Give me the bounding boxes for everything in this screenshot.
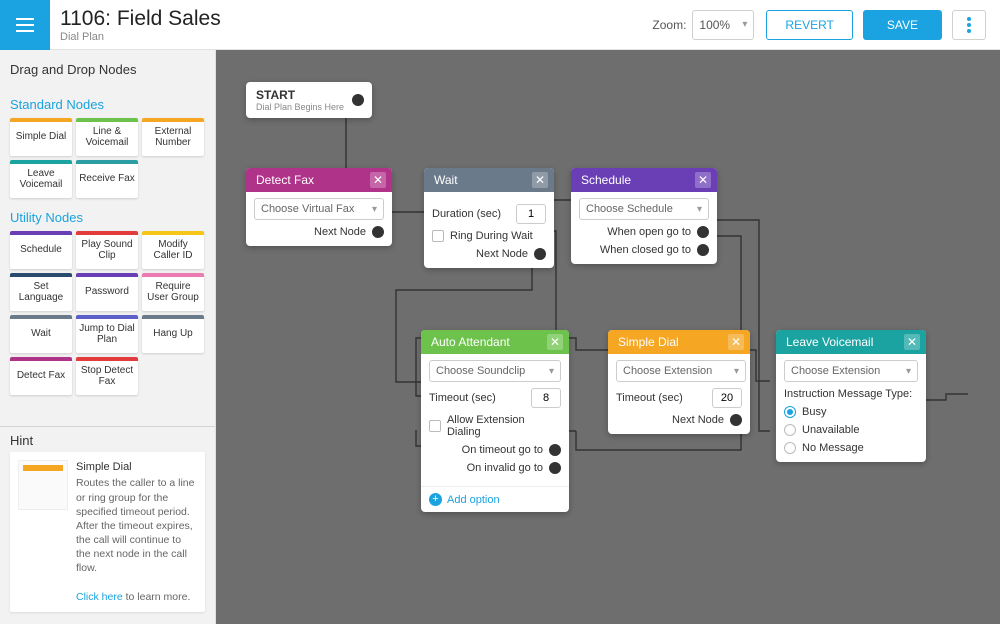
simple-dial-title: Simple Dial	[618, 335, 679, 349]
simple-dial-node[interactable]: Simple Dial ✕ Choose Extension▾ Timeout …	[608, 330, 750, 434]
page-subtitle: Dial Plan	[60, 31, 652, 43]
page-title: 1106: Field Sales	[60, 7, 652, 31]
hint-thumbnail	[18, 460, 68, 510]
palette-node[interactable]: Require User Group	[142, 273, 204, 311]
more-menu-button[interactable]	[952, 10, 986, 40]
auto-attendant-soundclip-select[interactable]: Choose Soundclip▾	[429, 360, 561, 382]
auto-attendant-node[interactable]: Auto Attendant ✕ Choose Soundclip▾ Timeo…	[421, 330, 569, 512]
instruction-label: Instruction Message Type:	[784, 388, 918, 400]
start-title: START	[256, 88, 344, 102]
close-icon[interactable]: ✕	[728, 334, 744, 350]
palette-node[interactable]: Modify Caller ID	[142, 231, 204, 269]
chevron-down-icon: ▾	[742, 19, 747, 30]
palette-node[interactable]: Stop Detect Fax	[76, 357, 138, 395]
hint-link[interactable]: Click here	[76, 591, 123, 603]
hint-card: Simple Dial Routes the caller to a line …	[10, 452, 205, 612]
close-icon[interactable]: ✕	[904, 334, 920, 350]
schedule-node[interactable]: Schedule ✕ Choose Schedule▾ When open go…	[571, 168, 717, 264]
sidebar: Drag and Drop Nodes Standard Nodes Simpl…	[0, 50, 216, 624]
close-icon[interactable]: ✕	[532, 172, 548, 188]
wait-next-port[interactable]	[534, 248, 546, 260]
leave-vm-ext-select[interactable]: Choose Extension▾	[784, 360, 918, 382]
detect-fax-next-port[interactable]	[372, 226, 384, 238]
hint-tail: to learn more.	[123, 591, 191, 603]
palette-utility: SchedulePlay Sound ClipModify Caller ID S…	[10, 231, 205, 395]
plus-icon: +	[429, 493, 442, 506]
palette-node[interactable]: Detect Fax	[10, 357, 72, 395]
simple-dial-timeout-input[interactable]	[712, 388, 742, 408]
palette-node[interactable]: External Number	[142, 118, 204, 156]
close-icon[interactable]: ✕	[695, 172, 711, 188]
chevron-down-icon: ▾	[549, 366, 554, 377]
palette-node[interactable]: Set Language	[10, 273, 72, 311]
leave-voicemail-node[interactable]: Leave Voicemail ✕ Choose Extension▾ Inst…	[776, 330, 926, 462]
palette-node[interactable]: Receive Fax	[76, 160, 138, 198]
hint-text: Simple Dial Routes the caller to a line …	[76, 460, 197, 604]
kebab-icon	[967, 17, 971, 33]
palette-standard: Simple DialLine & VoicemailExternal Numb…	[10, 118, 205, 198]
palette-node[interactable]: Password	[76, 273, 138, 311]
radio-busy[interactable]	[784, 406, 796, 418]
hint-title: Simple Dial	[76, 460, 197, 475]
simple-dial-next-port[interactable]	[730, 414, 742, 426]
chevron-down-icon: ▾	[697, 204, 702, 215]
aa-timeout-port[interactable]	[549, 444, 561, 456]
radio-unavailable[interactable]	[784, 424, 796, 436]
palette-node[interactable]: Line & Voicemail	[76, 118, 138, 156]
schedule-select[interactable]: Choose Schedule▾	[579, 198, 709, 220]
ring-during-wait-checkbox[interactable]	[432, 230, 444, 242]
sidebar-heading: Drag and Drop Nodes	[10, 62, 205, 77]
chevron-down-icon: ▾	[372, 204, 377, 215]
palette-node[interactable]: Jump to Dial Plan	[76, 315, 138, 353]
detect-fax-node[interactable]: Detect Fax ✕ Choose Virtual Fax▾ Next No…	[246, 168, 392, 246]
standard-nodes-heading: Standard Nodes	[10, 97, 205, 112]
palette-node[interactable]: Simple Dial	[10, 118, 72, 156]
zoom-select[interactable]: 100% ▾	[692, 10, 754, 40]
close-icon[interactable]: ✕	[370, 172, 386, 188]
schedule-open-port[interactable]	[697, 226, 709, 238]
zoom-value: 100%	[699, 18, 730, 32]
auto-attendant-title: Auto Attendant	[431, 335, 510, 349]
allow-ext-dialing-checkbox[interactable]	[429, 420, 441, 432]
chevron-down-icon: ▾	[906, 366, 911, 377]
wait-title: Wait	[434, 173, 458, 187]
wait-node[interactable]: Wait ✕ Duration (sec) Ring During Wait N…	[424, 168, 554, 268]
simple-dial-ext-select[interactable]: Choose Extension▾	[616, 360, 746, 382]
sidebar-divider	[0, 426, 215, 427]
palette-node[interactable]: Wait	[10, 315, 72, 353]
detect-fax-select[interactable]: Choose Virtual Fax▾	[254, 198, 384, 220]
palette-node[interactable]: Schedule	[10, 231, 72, 269]
chevron-down-icon: ▾	[734, 366, 739, 377]
canvas[interactable]: START Dial Plan Begins Here Detect Fax ✕…	[216, 50, 1000, 624]
schedule-closed-port[interactable]	[697, 244, 709, 256]
hint-label: Hint	[10, 433, 205, 448]
add-option-button[interactable]: +Add option	[421, 486, 569, 512]
utility-nodes-heading: Utility Nodes	[10, 210, 205, 225]
radio-no-message[interactable]	[784, 442, 796, 454]
revert-button[interactable]: REVERT	[766, 10, 852, 40]
detect-fax-title: Detect Fax	[256, 173, 314, 187]
zoom-label: Zoom:	[652, 18, 686, 32]
hamburger-icon	[16, 18, 34, 32]
aa-invalid-port[interactable]	[549, 462, 561, 474]
close-icon[interactable]: ✕	[547, 334, 563, 350]
palette-node[interactable]: Play Sound Clip	[76, 231, 138, 269]
schedule-title: Schedule	[581, 173, 631, 187]
leave-vm-title: Leave Voicemail	[786, 335, 873, 349]
palette-node[interactable]: Hang Up	[142, 315, 204, 353]
palette-node[interactable]: Leave Voicemail	[10, 160, 72, 198]
start-subtitle: Dial Plan Begins Here	[256, 102, 344, 112]
hamburger-menu-button[interactable]	[0, 0, 50, 50]
save-button[interactable]: SAVE	[863, 10, 942, 40]
auto-attendant-timeout-input[interactable]	[531, 388, 561, 408]
start-port[interactable]	[352, 94, 364, 106]
hint-body: Routes the caller to a line or ring grou…	[76, 477, 194, 574]
start-node[interactable]: START Dial Plan Begins Here	[246, 82, 372, 118]
wait-duration-input[interactable]	[516, 204, 546, 224]
title-block: 1106: Field Sales Dial Plan	[60, 7, 652, 43]
